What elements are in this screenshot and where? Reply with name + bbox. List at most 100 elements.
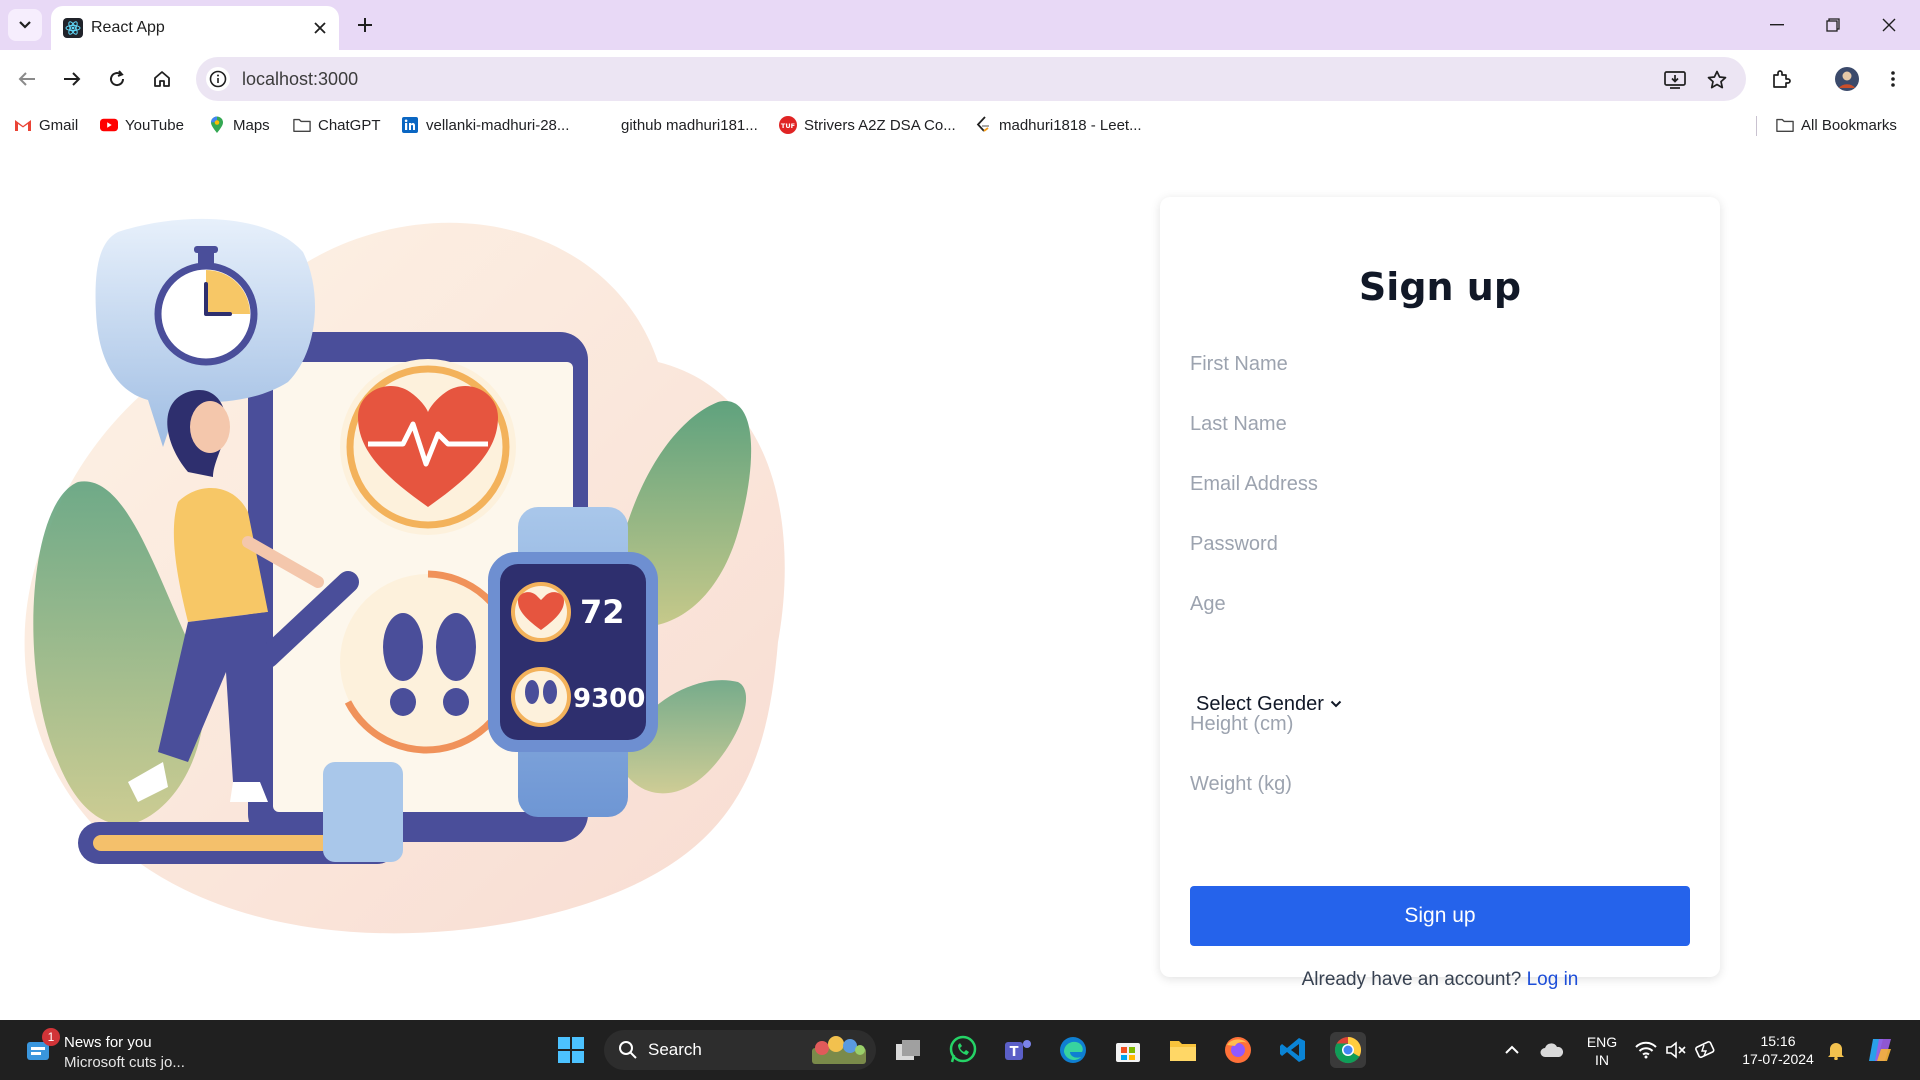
clock[interactable]: 15:16 17-07-2024 bbox=[1730, 1032, 1826, 1068]
restore-icon[interactable] bbox=[1816, 10, 1850, 40]
site-info-icon[interactable] bbox=[206, 67, 230, 91]
bookmark-label: Maps bbox=[233, 116, 270, 134]
all-bookmarks-label: All Bookmarks bbox=[1801, 116, 1897, 134]
home-icon[interactable] bbox=[145, 62, 179, 96]
language-indicator[interactable]: ENG IN bbox=[1580, 1033, 1624, 1069]
signup-card: Sign up Select Gender Sign up Already ha… bbox=[1160, 197, 1720, 990]
bookmark-label: Strivers A2Z DSA Co... bbox=[804, 116, 956, 134]
notification-bell-icon[interactable] bbox=[1818, 1032, 1854, 1068]
news-badge: 1 bbox=[42, 1028, 60, 1046]
email-input[interactable] bbox=[1190, 462, 1690, 506]
all-bookmarks[interactable]: All Bookmarks bbox=[1776, 114, 1897, 136]
bookmark-separator bbox=[1756, 116, 1757, 136]
weight-input[interactable] bbox=[1190, 762, 1690, 806]
minimize-icon[interactable] bbox=[1760, 10, 1794, 40]
whatsapp-icon[interactable] bbox=[945, 1032, 981, 1068]
bookmark-gmail[interactable]: Gmail bbox=[14, 114, 78, 136]
gmail-icon bbox=[14, 116, 32, 134]
search-highlight-icon bbox=[812, 1036, 866, 1064]
onedrive-icon[interactable] bbox=[1534, 1032, 1570, 1068]
password-input[interactable] bbox=[1190, 522, 1690, 566]
file-explorer-icon[interactable] bbox=[1165, 1032, 1201, 1068]
close-tab-icon[interactable] bbox=[309, 17, 331, 39]
bookmark-youtube[interactable]: YouTube bbox=[100, 114, 184, 136]
login-prompt: Already have an account? bbox=[1301, 969, 1522, 990]
bookmark-maps[interactable]: Maps bbox=[208, 114, 270, 136]
browser-toolbar: localhost:3000 bbox=[0, 50, 1920, 108]
tab-title: React App bbox=[91, 19, 165, 36]
login-link[interactable]: Log in bbox=[1527, 969, 1579, 990]
youtube-icon bbox=[100, 116, 118, 134]
chevron-up-icon[interactable] bbox=[1494, 1032, 1530, 1068]
bookmark-label: Gmail bbox=[39, 116, 79, 134]
windows-start-icon[interactable] bbox=[553, 1032, 589, 1068]
menu-kebab-icon[interactable] bbox=[1876, 62, 1910, 96]
bookmark-label: github madhuri181... bbox=[621, 116, 758, 134]
reload-icon[interactable] bbox=[100, 62, 134, 96]
url-text: localhost:3000 bbox=[242, 69, 359, 89]
language-line-1: ENG bbox=[1586, 1034, 1618, 1050]
maps-icon bbox=[208, 116, 226, 134]
svg-text:T: T bbox=[1010, 1045, 1019, 1060]
chevron-down-icon bbox=[19, 21, 31, 29]
watch-heart-rate: 72 bbox=[580, 593, 625, 631]
page-content: 72 9300 Sign up Select Gender Sign up Al… bbox=[0, 142, 1920, 1020]
news-widget[interactable]: 1 News for you Microsoft cuts jo... bbox=[22, 1028, 222, 1074]
address-bar[interactable]: localhost:3000 bbox=[196, 57, 1746, 101]
page-title: Sign up bbox=[1358, 265, 1522, 309]
close-window-icon[interactable] bbox=[1872, 10, 1906, 40]
news-title: News for you bbox=[64, 1034, 152, 1051]
react-icon bbox=[63, 18, 83, 38]
bookmark-label: YouTube bbox=[125, 116, 184, 134]
tab-search-button[interactable] bbox=[8, 9, 42, 41]
bookmark-label: madhuri1818 - Leet... bbox=[999, 116, 1142, 134]
leetcode-icon bbox=[974, 116, 992, 134]
copilot-icon[interactable] bbox=[1862, 1032, 1898, 1068]
install-app-icon[interactable] bbox=[1662, 67, 1688, 93]
extensions-icon[interactable] bbox=[1764, 62, 1798, 96]
windows-taskbar: 1 News for you Microsoft cuts jo... Sear… bbox=[0, 1020, 1920, 1080]
bookmark-label: vellanki-madhuri-28... bbox=[426, 116, 570, 134]
taskbar-search[interactable]: Search bbox=[604, 1030, 876, 1070]
vscode-icon[interactable] bbox=[1275, 1032, 1311, 1068]
watch-steps: 9300 bbox=[573, 684, 645, 714]
battery-icon[interactable] bbox=[1688, 1032, 1724, 1068]
first-name-input[interactable] bbox=[1190, 342, 1690, 386]
chrome-icon[interactable] bbox=[1330, 1032, 1366, 1068]
tuf-icon: TUF bbox=[779, 116, 797, 134]
height-input[interactable] bbox=[1190, 702, 1690, 746]
bookmark-linkedin[interactable]: vellanki-madhuri-28... bbox=[401, 114, 569, 136]
edge-icon[interactable] bbox=[1055, 1032, 1091, 1068]
footprint-icon bbox=[383, 613, 423, 681]
clock-time: 15:16 bbox=[1760, 1033, 1796, 1049]
bookmark-leetcode[interactable]: madhuri1818 - Leet... bbox=[974, 114, 1142, 136]
task-view-icon[interactable] bbox=[890, 1032, 926, 1068]
login-prompt-row: Already have an account? Log in bbox=[1160, 969, 1720, 991]
age-input[interactable] bbox=[1190, 582, 1690, 626]
clock-date: 17-07-2024 bbox=[1742, 1051, 1814, 1067]
svg-text:TUF: TUF bbox=[781, 122, 795, 130]
microsoft-store-icon[interactable] bbox=[1110, 1032, 1146, 1068]
search-icon bbox=[619, 1041, 637, 1059]
forward-icon[interactable] bbox=[55, 62, 89, 96]
new-tab-icon[interactable] bbox=[352, 12, 378, 38]
linkedin-icon bbox=[401, 116, 419, 134]
bookmark-label: ChatGPT bbox=[318, 116, 381, 134]
back-icon[interactable] bbox=[10, 62, 44, 96]
last-name-input[interactable] bbox=[1190, 402, 1690, 446]
bookmark-github[interactable]: github madhuri181... bbox=[621, 114, 758, 136]
teams-icon[interactable]: T bbox=[1000, 1032, 1036, 1068]
bookmark-strivers[interactable]: TUF Strivers A2Z DSA Co... bbox=[779, 114, 956, 136]
browser-tab-strip: React App bbox=[0, 0, 1920, 50]
folder-icon bbox=[293, 116, 311, 134]
fitness-illustration: 72 9300 bbox=[24, 218, 785, 934]
folder-icon bbox=[1776, 116, 1794, 134]
news-subtitle: Microsoft cuts jo... bbox=[64, 1054, 185, 1071]
bookmark-star-icon[interactable] bbox=[1704, 67, 1730, 93]
firefox-icon[interactable] bbox=[1220, 1032, 1256, 1068]
search-label: Search bbox=[648, 1040, 702, 1059]
bookmark-chatgpt[interactable]: ChatGPT bbox=[293, 114, 381, 136]
browser-tab-active[interactable]: React App bbox=[51, 6, 339, 50]
profile-avatar[interactable] bbox=[1830, 62, 1864, 96]
signup-button[interactable]: Sign up bbox=[1190, 886, 1690, 946]
